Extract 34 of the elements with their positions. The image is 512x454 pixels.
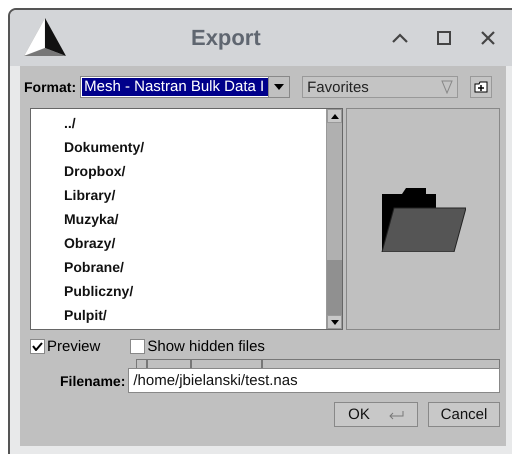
file-item[interactable]: Pobrane/ — [64, 255, 326, 279]
format-label: Format: — [24, 79, 76, 95]
filename-field[interactable]: /home/jbielanski/test.nas — [128, 368, 500, 393]
caret-icon — [274, 84, 284, 90]
scroll-down-icon — [330, 320, 338, 324]
caret-icon — [441, 80, 454, 94]
scroll-thumb[interactable] — [327, 260, 342, 315]
ok-button[interactable]: OK — [334, 402, 418, 427]
cancel-button[interactable]: Cancel — [428, 402, 500, 427]
file-item[interactable]: Dokumenty/ — [64, 135, 326, 159]
folder-icon — [380, 186, 466, 252]
window-title: Export — [191, 25, 261, 51]
file-item[interactable]: Muzyka/ — [64, 207, 326, 231]
checkbox-label: Preview — [47, 338, 100, 355]
chevron-up-icon — [391, 32, 409, 44]
file-item[interactable]: Publiczny/ — [64, 279, 326, 303]
maximize-icon — [437, 31, 451, 45]
new-folder-button[interactable] — [470, 76, 492, 98]
folder-plus-icon — [474, 81, 488, 93]
format-dropdown[interactable]: Mesh - Nastran Bulk Data I — [80, 76, 290, 98]
checkbox-label: Show hidden files — [147, 338, 265, 355]
checkbox[interactable] — [30, 339, 45, 354]
favorites-dropdown[interactable]: Favorites — [302, 76, 458, 98]
file-item[interactable]: Library/ — [64, 183, 326, 207]
file-item[interactable]: Pulpit/ — [64, 303, 326, 327]
filename-label: Filename: — [60, 372, 126, 388]
file-item[interactable]: ../ — [64, 111, 326, 135]
file-item[interactable]: Dropbox/ — [64, 159, 326, 183]
scroll-up-icon — [330, 114, 338, 118]
scrollbar[interactable] — [326, 109, 342, 329]
file-item[interactable]: Obrazy/ — [64, 231, 326, 255]
close-icon — [481, 31, 495, 45]
enter-icon — [388, 410, 404, 420]
checkbox[interactable] — [130, 339, 146, 354]
